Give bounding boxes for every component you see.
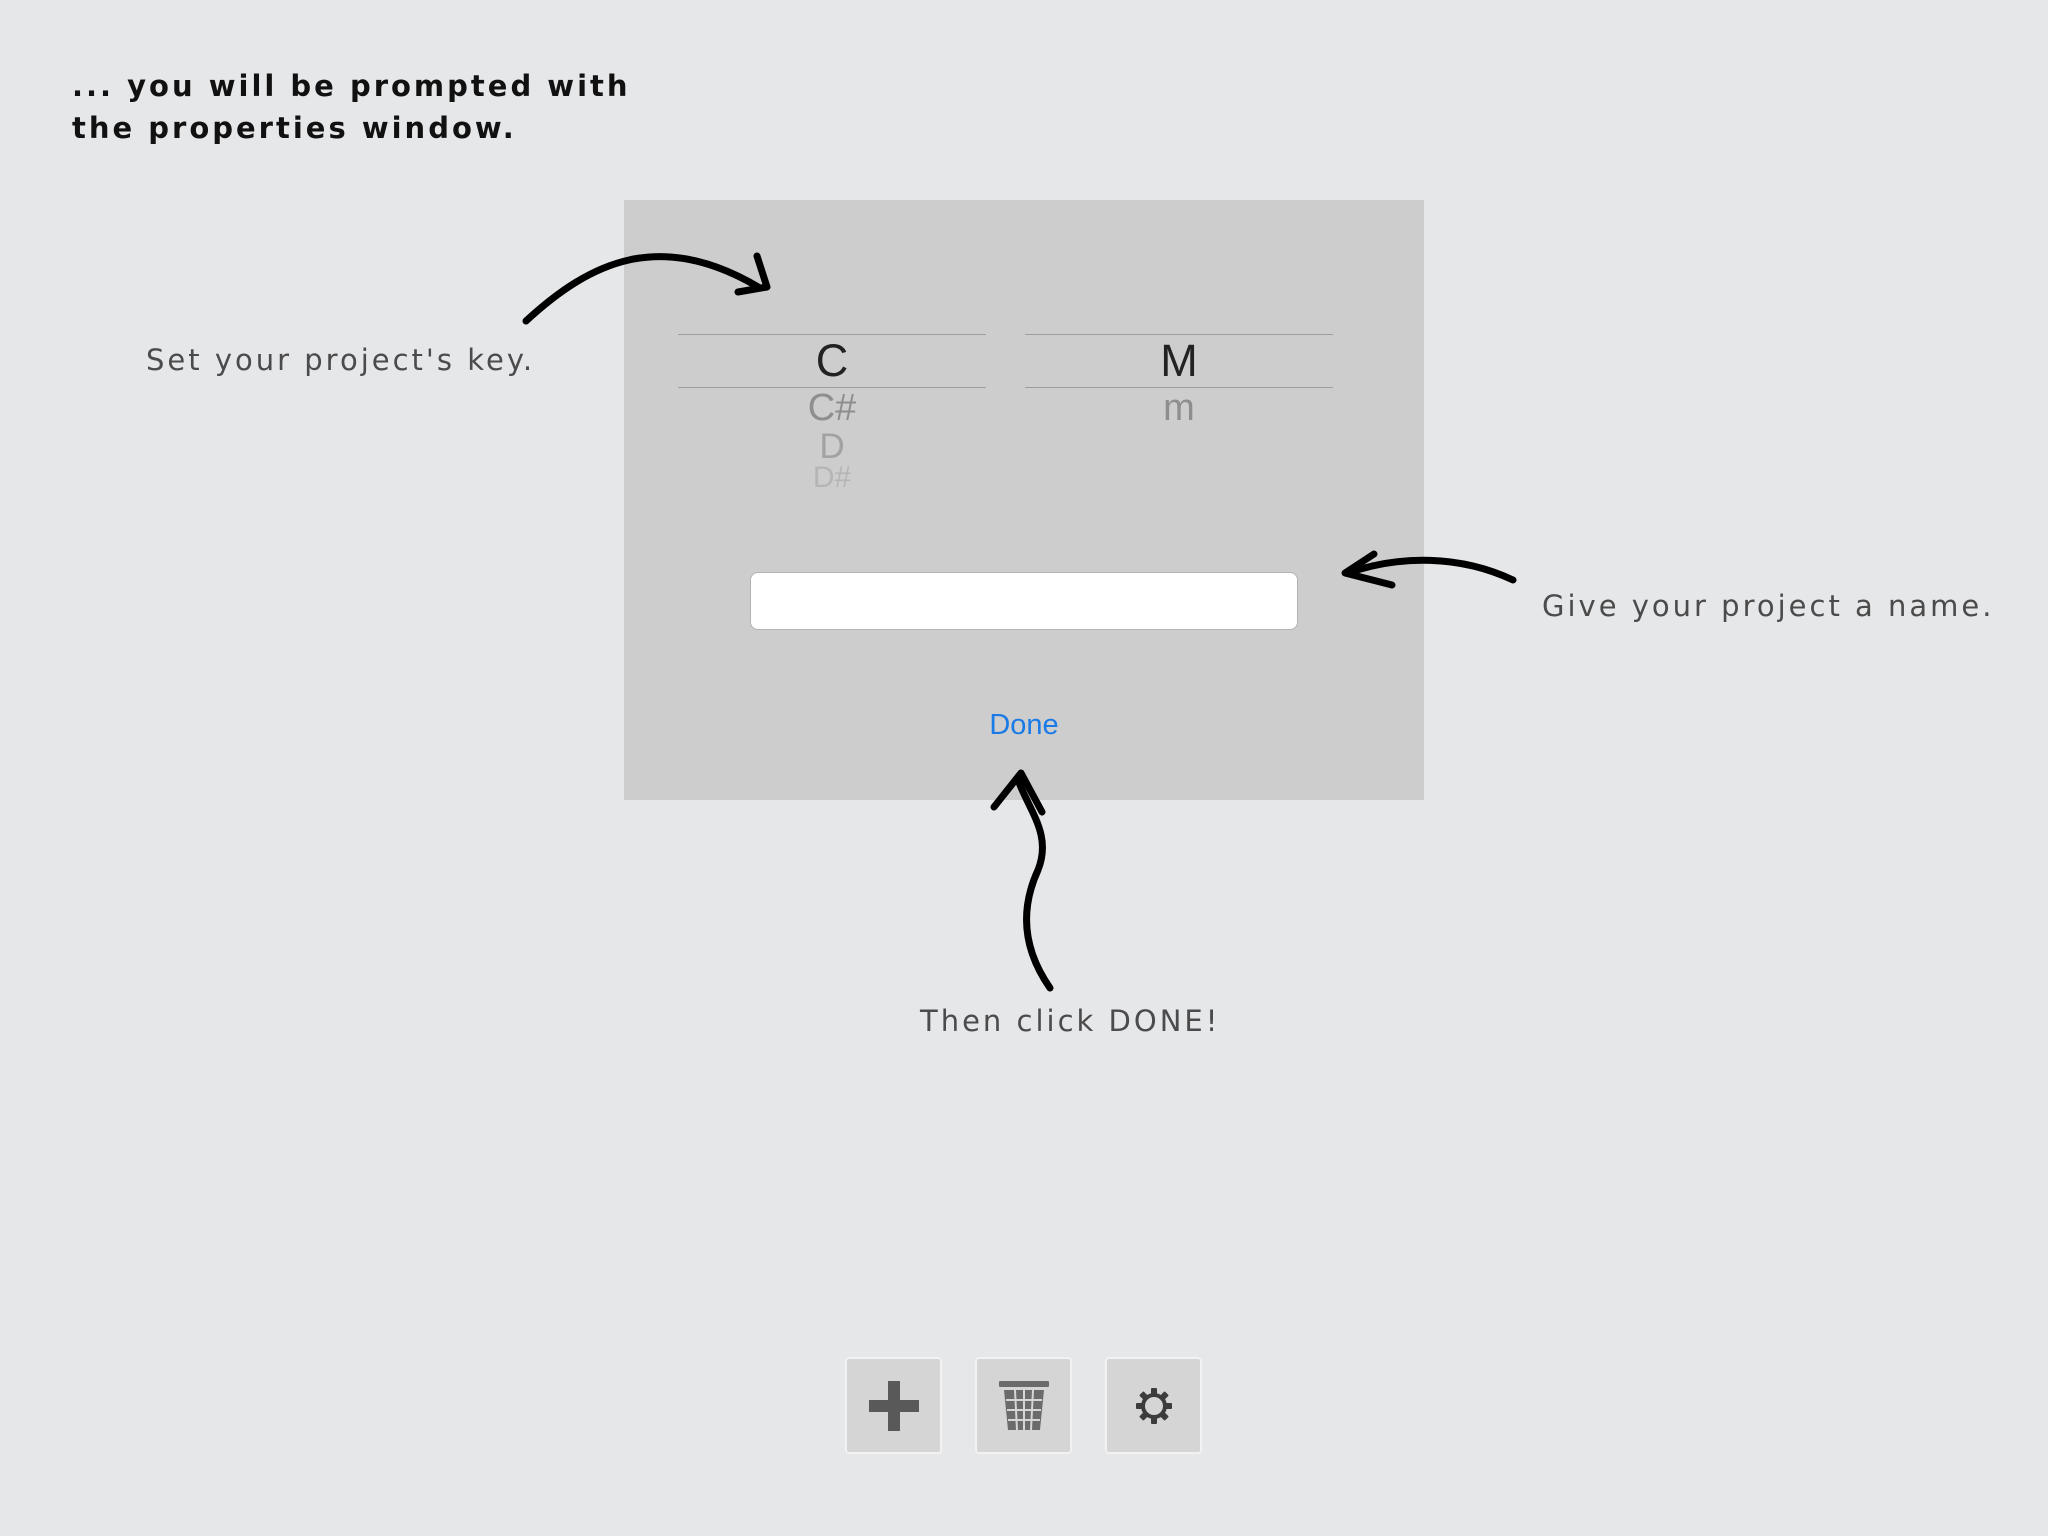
key-option[interactable]: D#: [678, 462, 986, 494]
intro-line-1: ... you will be prompted with: [72, 69, 631, 103]
arrow-to-done-button: [1014, 776, 1054, 992]
set-key-annotation: Set your project's key.: [146, 343, 536, 377]
mode-option[interactable]: m: [1025, 388, 1333, 428]
done-button[interactable]: Done: [924, 700, 1124, 750]
intro-line-2: the properties window.: [72, 111, 517, 145]
properties-dialog: C C# D D# M m Done: [624, 200, 1424, 800]
mode-option-selected[interactable]: M: [1025, 336, 1333, 386]
done-annotation: Then click DONE!: [920, 1004, 1221, 1038]
project-name-annotation: Give your project a name.: [1542, 589, 1995, 623]
key-option-selected[interactable]: C: [678, 336, 986, 386]
intro-annotation: ... you will be prompted with the proper…: [72, 65, 631, 149]
mode-picker[interactable]: M m: [1025, 334, 1333, 494]
gear-icon: [1135, 1387, 1172, 1424]
add-project-button[interactable]: [845, 1357, 942, 1454]
trash-icon: [998, 1380, 1049, 1430]
plus-icon: [868, 1380, 919, 1431]
settings-button[interactable]: [1105, 1357, 1202, 1454]
delete-project-button[interactable]: [975, 1357, 1072, 1454]
key-picker[interactable]: C C# D D#: [678, 334, 986, 494]
project-name-input[interactable]: [750, 572, 1298, 630]
key-option[interactable]: C#: [678, 388, 986, 428]
